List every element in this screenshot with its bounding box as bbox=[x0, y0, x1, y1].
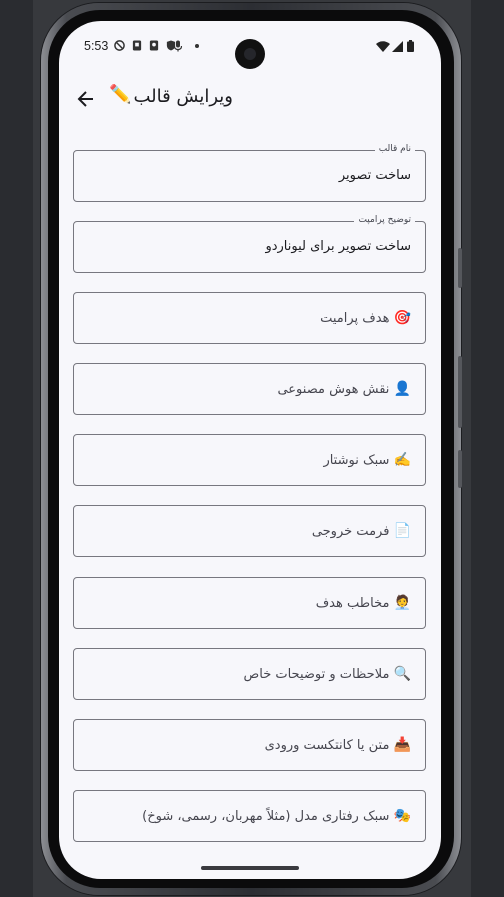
placeholder-text: نقش هوش مصنوعی bbox=[277, 382, 390, 397]
notification-icon bbox=[149, 40, 159, 51]
prompt-description-value: ساخت تصویر برای لیوناردو bbox=[265, 239, 411, 254]
target-icon: 🎯 bbox=[393, 310, 411, 326]
back-button[interactable] bbox=[69, 82, 103, 116]
prompt-goal-placeholder: 🎯 هدف پرامیت bbox=[74, 310, 425, 326]
template-name-value: ساخت تصویر bbox=[338, 168, 411, 183]
target-audience-placeholder: 🧑‍💼 مخاطب هدف bbox=[74, 595, 425, 611]
placeholder-text: سبک نوشتار bbox=[323, 453, 390, 468]
ai-role-placeholder: 👤 نقش هوش مصنوعی bbox=[74, 381, 425, 397]
template-name-label: نام قالب bbox=[374, 144, 415, 154]
model-behavior-field[interactable]: 🎭 سبک رفتاری مدل (مثلاً مهربان، رسمی، شو… bbox=[73, 790, 426, 842]
signal-icon bbox=[392, 41, 403, 52]
wifi-icon bbox=[376, 41, 390, 52]
writing-style-placeholder: ✍️ سبک نوشتار bbox=[74, 452, 425, 468]
notification-icon bbox=[132, 40, 142, 51]
office-worker-icon: 🧑‍💼 bbox=[393, 595, 411, 611]
prompt-description-field[interactable]: توضیح پرامپت ساخت تصویر برای لیوناردو bbox=[73, 215, 426, 273]
person-icon: 👤 bbox=[393, 381, 411, 397]
placeholder-text: سبک رفتاری مدل (مثلاً مهربان، رسمی، شوخ) bbox=[142, 809, 390, 824]
placeholder-text: متن یا کانتکست ورودی bbox=[264, 738, 390, 753]
template-name-field[interactable]: نام قالب ساخت تصویر bbox=[73, 144, 426, 202]
arrow-back-icon bbox=[77, 91, 93, 107]
writing-style-field[interactable]: ✍️ سبک نوشتار bbox=[73, 434, 426, 486]
prompt-goal-field[interactable]: 🎯 هدف پرامیت bbox=[73, 292, 426, 344]
notes-field[interactable]: 🔍 ملاحظات و توضیحات خاص bbox=[73, 648, 426, 700]
front-camera bbox=[235, 39, 265, 69]
screen: 5:53 ✏️ ویرایش قالب نام قالب ساخت تصویر … bbox=[59, 21, 441, 879]
magnifier-icon: 🔍 bbox=[393, 666, 411, 682]
page-title: ویرایش قالب bbox=[133, 86, 233, 107]
notes-placeholder: 🔍 ملاحظات و توضیحات خاص bbox=[74, 666, 425, 682]
dot-icon bbox=[195, 44, 199, 48]
status-time: 5:53 bbox=[84, 39, 109, 53]
output-format-field[interactable]: 📄 فرمت خروجی bbox=[73, 505, 426, 557]
writing-hand-icon: ✍️ bbox=[393, 452, 411, 468]
volume-up-button bbox=[458, 248, 462, 288]
ai-role-field[interactable]: 👤 نقش هوش مصنوعی bbox=[73, 363, 426, 415]
placeholder-text: فرمت خروجی bbox=[311, 524, 390, 539]
masks-icon: 🎭 bbox=[393, 808, 411, 824]
input-context-field[interactable]: 📥 متن یا کانتکست ورودی bbox=[73, 719, 426, 771]
power-button bbox=[458, 450, 462, 488]
volume-down-button bbox=[458, 356, 462, 428]
mic-icon bbox=[173, 40, 183, 52]
output-format-placeholder: 📄 فرمت خروجی bbox=[74, 523, 425, 539]
dnd-icon bbox=[114, 40, 125, 51]
inbox-tray-icon: 📥 bbox=[393, 737, 411, 753]
home-indicator[interactable] bbox=[201, 866, 299, 870]
document-icon: 📄 bbox=[393, 523, 411, 539]
placeholder-text: ملاحظات و توضیحات خاص bbox=[243, 667, 390, 682]
target-audience-field[interactable]: 🧑‍💼 مخاطب هدف bbox=[73, 577, 426, 629]
prompt-description-label: توضیح پرامپت bbox=[354, 215, 415, 225]
app-bar: ✏️ ویرایش قالب bbox=[59, 76, 441, 122]
model-behavior-placeholder: 🎭 سبک رفتاری مدل (مثلاً مهربان، رسمی، شو… bbox=[74, 808, 425, 824]
placeholder-text: مخاطب هدف bbox=[315, 596, 390, 611]
pencil-icon: ✏️ bbox=[109, 84, 132, 105]
input-context-placeholder: 📥 متن یا کانتکست ورودی bbox=[74, 737, 425, 753]
placeholder-text: هدف پرامیت bbox=[320, 311, 390, 326]
battery-icon bbox=[407, 40, 414, 52]
